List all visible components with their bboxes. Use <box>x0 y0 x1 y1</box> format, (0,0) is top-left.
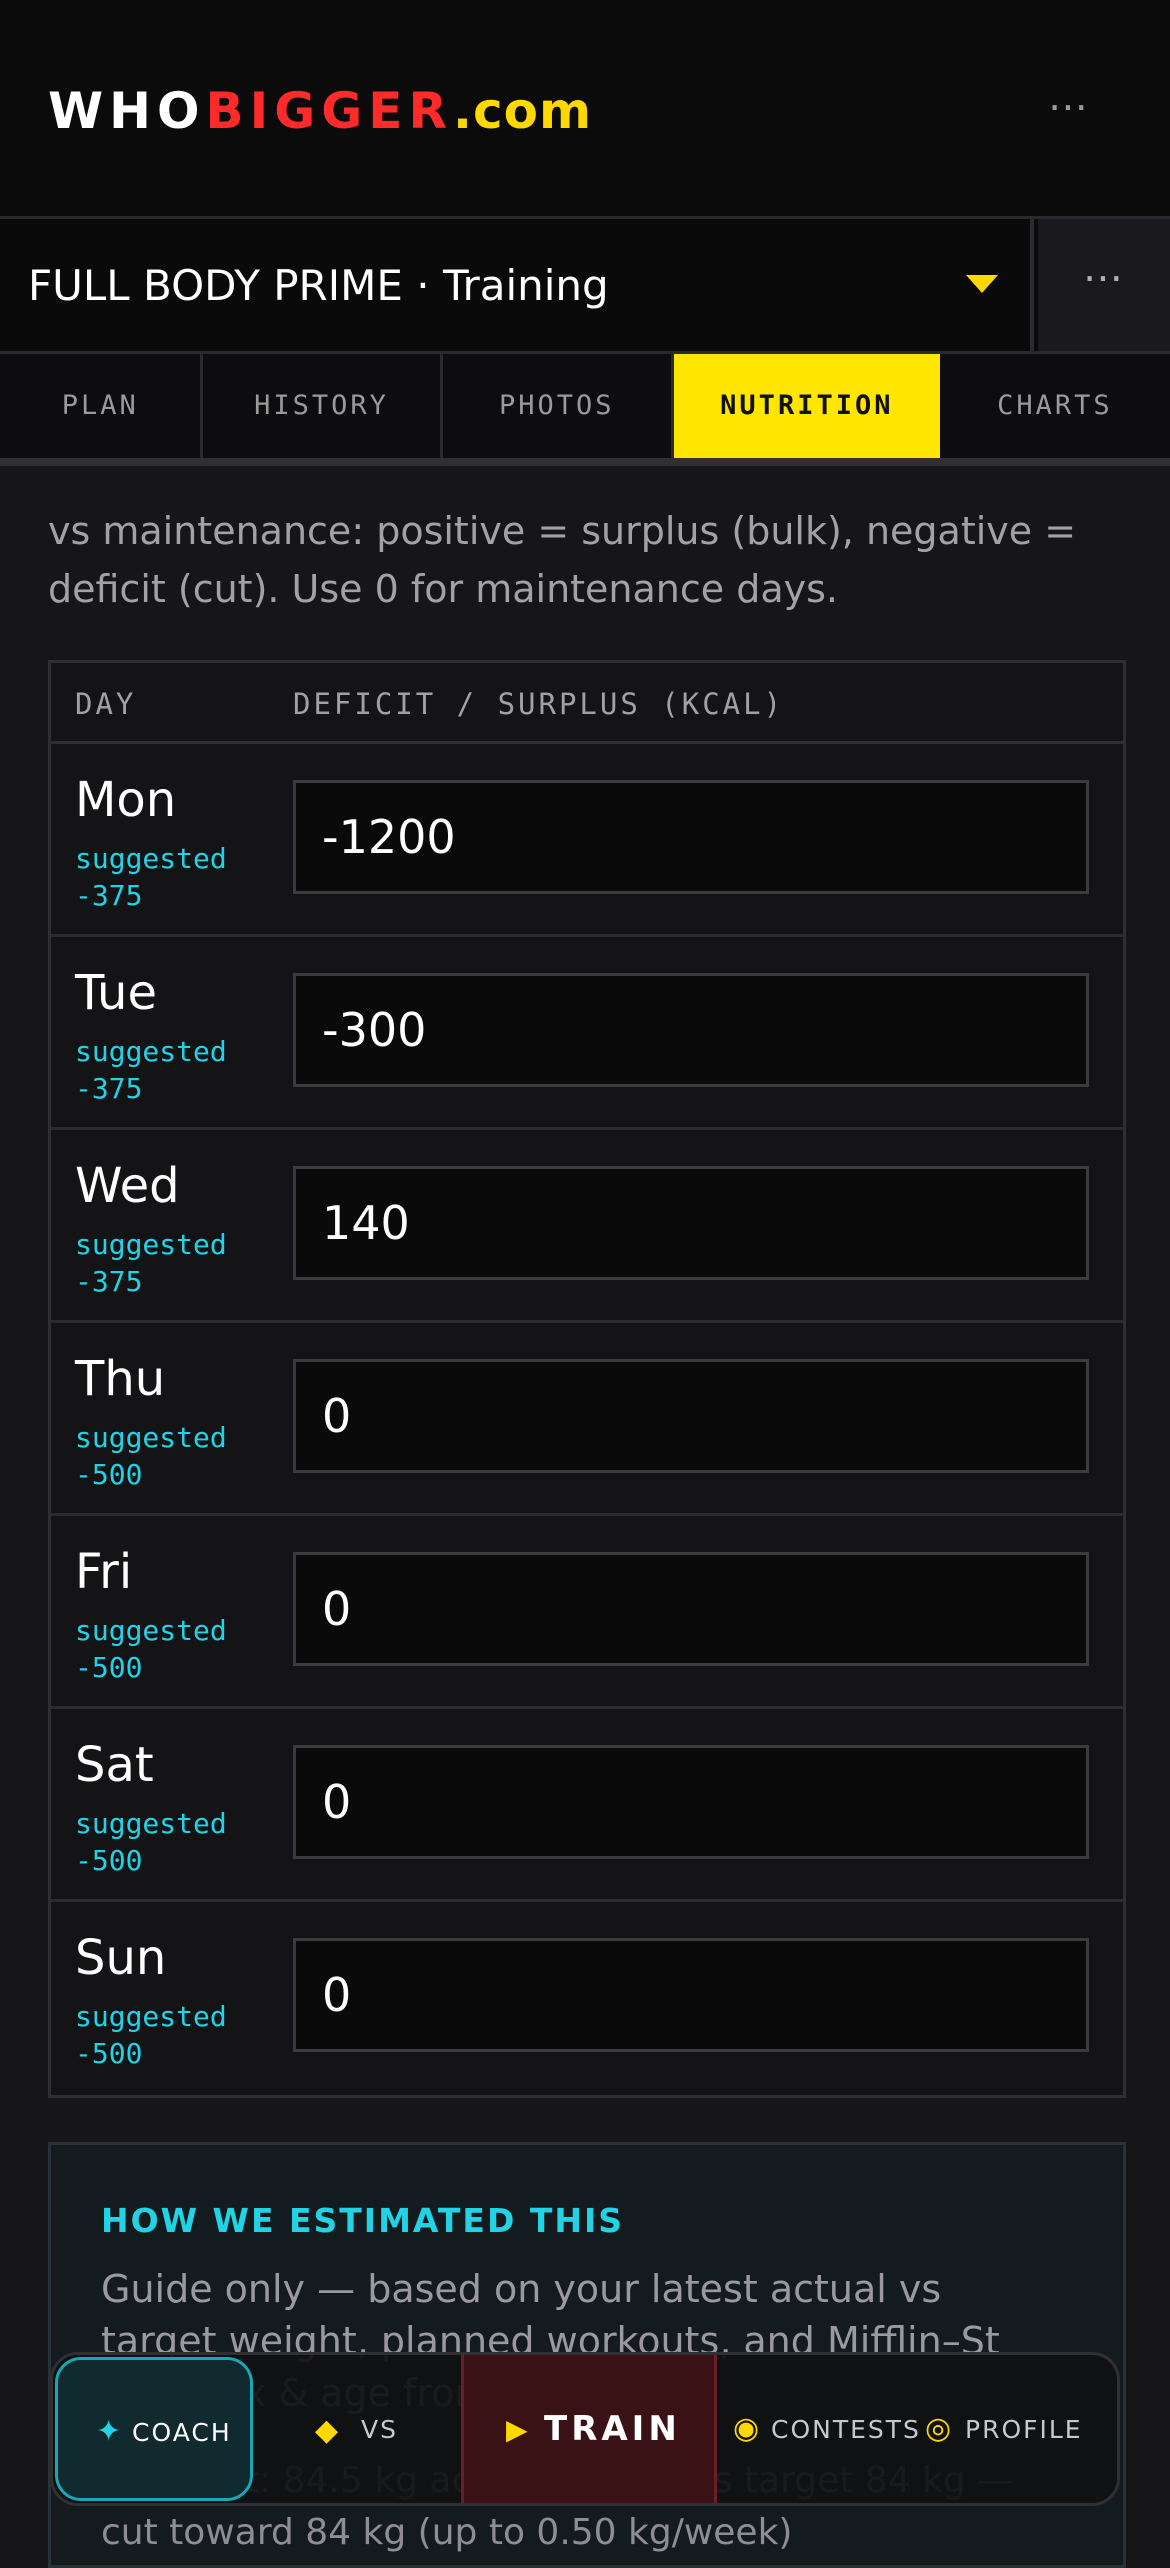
table-row: Sat suggested -500 0 <box>51 1709 1123 1902</box>
day-label: Mon <box>75 772 177 828</box>
suggested-value: suggested -375 <box>75 1035 227 1105</box>
profile-ring-icon: ◎ <box>925 2411 952 2446</box>
suggested-value: suggested -375 <box>75 1228 227 1298</box>
day-label: Tue <box>75 965 157 1021</box>
table-header: DAY DEFICIT / SURPLUS (KCAL) <box>51 663 1123 744</box>
nav-coach-button[interactable]: ✦ COACH <box>55 2357 253 2501</box>
plan-dropdown[interactable]: FULL BODY PRIME · Training <box>0 219 1034 351</box>
table-row: Thu suggested -500 0 <box>51 1323 1123 1516</box>
kcal-input[interactable]: -300 <box>293 973 1089 1087</box>
tab-charts[interactable]: CHARTS <box>940 354 1170 458</box>
bottom-nav: ✦ COACH ◆ VS ▶ TRAIN ◉ CONTESTS ◎ PROFIL… <box>50 2352 1120 2506</box>
day-label: Sun <box>75 1930 167 1986</box>
intro-text: vs maintenance: positive = surplus (bulk… <box>48 509 1077 611</box>
sparkle-icon: ✦ <box>96 2414 122 2449</box>
tab-nutrition[interactable]: NUTRITION <box>673 354 940 458</box>
brand-logo[interactable]: WHOBIGGER.com <box>48 82 592 140</box>
table-row: Mon suggested -375 -1200 <box>51 744 1123 937</box>
nav-coach-label: COACH <box>132 2418 232 2447</box>
tab-bar: PLAN HISTORY PHOTOS NUTRITION CHARTS <box>0 354 1170 466</box>
tab-history[interactable]: HISTORY <box>203 354 443 458</box>
suggested-value: suggested -500 <box>75 1421 227 1491</box>
brand-part-com: .com <box>452 82 593 140</box>
chevron-down-icon <box>966 275 998 293</box>
day-label: Thu <box>75 1351 166 1407</box>
suggested-value: suggested -375 <box>75 842 227 912</box>
deficit-table: DAY DEFICIT / SURPLUS (KCAL) Mon suggest… <box>48 660 1126 2098</box>
suggested-value: suggested -500 <box>75 1614 227 1684</box>
kcal-input[interactable]: 0 <box>293 1552 1089 1666</box>
nav-train-button[interactable]: ▶ TRAIN <box>461 2355 717 2503</box>
play-icon: ▶ <box>506 2413 528 2446</box>
plan-bar: FULL BODY PRIME · Training ⋯ <box>0 219 1170 354</box>
brand-part-who: WHO <box>48 82 206 140</box>
column-header-day: DAY <box>75 687 137 721</box>
more-menu-icon[interactable]: ⋯ <box>1048 84 1090 130</box>
tab-photos[interactable]: PHOTOS <box>443 354 674 458</box>
target-icon: ◉ <box>733 2411 760 2446</box>
day-label: Sat <box>75 1737 154 1793</box>
table-row: Sun suggested -500 0 <box>51 1902 1123 2092</box>
nav-profile-button[interactable]: ◎ PROFILE <box>921 2355 1117 2503</box>
nav-train-label: TRAIN <box>544 2409 681 2449</box>
day-label: Wed <box>75 1158 180 1214</box>
nav-profile-label: PROFILE <box>965 2415 1083 2444</box>
nav-contests-label: CONTESTS <box>771 2415 921 2444</box>
suggested-value: suggested -500 <box>75 2000 227 2070</box>
kcal-input[interactable]: 0 <box>293 1359 1089 1473</box>
nav-vs-label: VS <box>361 2415 398 2444</box>
kcal-input[interactable]: -1200 <box>293 780 1089 894</box>
plan-more-icon[interactable]: ⋯ <box>1038 219 1170 351</box>
nav-contests-button[interactable]: ◉ CONTESTS <box>717 2355 921 2503</box>
suggested-value: suggested -500 <box>75 1807 227 1877</box>
nav-vs-button[interactable]: ◆ VS <box>257 2355 457 2503</box>
table-row: Fri suggested -500 0 <box>51 1516 1123 1709</box>
brand-part-bigger: BIGGER <box>205 82 453 140</box>
diamond-icon: ◆ <box>315 2413 339 2448</box>
day-label: Fri <box>75 1544 133 1600</box>
table-row: Tue suggested -375 -300 <box>51 937 1123 1130</box>
kcal-input[interactable]: 0 <box>293 1938 1089 2052</box>
kcal-input[interactable]: 0 <box>293 1745 1089 1859</box>
plan-title: FULL BODY PRIME · Training <box>28 261 609 310</box>
estimate-title: HOW WE ESTIMATED THIS <box>101 2201 625 2240</box>
app-header: WHOBIGGER.com ⋯ <box>0 0 1170 219</box>
table-row: Wed suggested -375 140 <box>51 1130 1123 1323</box>
tab-plan[interactable]: PLAN <box>0 354 204 458</box>
kcal-input[interactable]: 140 <box>293 1166 1089 1280</box>
column-header-value: DEFICIT / SURPLUS (KCAL) <box>293 687 785 721</box>
